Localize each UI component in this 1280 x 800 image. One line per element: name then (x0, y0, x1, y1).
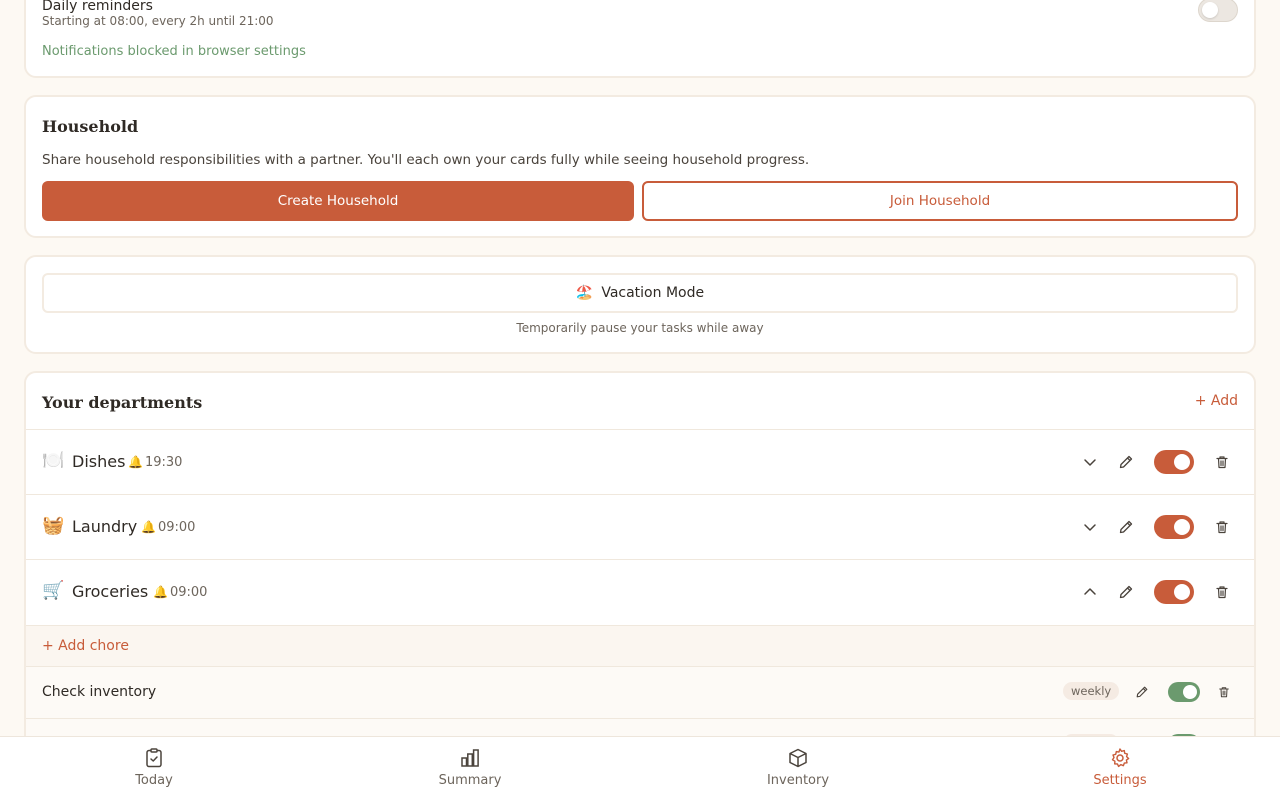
department-name: Groceries (72, 582, 149, 601)
department-row-dishes[interactable]: 🍽️ Dishes 🔔 19:30 (26, 429, 1254, 494)
pencil-icon[interactable] (1116, 452, 1136, 472)
chore-frequency-badge: weekly (1063, 682, 1120, 700)
department-enabled-toggle[interactable] (1154, 515, 1194, 539)
department-row-laundry[interactable]: 🧺 Laundry 🔔 09:00 (26, 494, 1254, 559)
nav-today[interactable]: Today (94, 747, 214, 795)
bell-icon: 🔔 (128, 455, 143, 469)
daily-reminders-title: Daily reminders (42, 0, 153, 14)
reminder-time-value: 09:00 (169, 585, 208, 600)
nav-settings[interactable]: Settings (1060, 747, 1180, 795)
pencil-icon[interactable] (1133, 683, 1151, 701)
vacation-mode-description: Temporarily pause your tasks while away (516, 321, 764, 335)
department-enabled-toggle[interactable] (1154, 450, 1194, 474)
bell-icon: 🔔 (141, 520, 156, 534)
reminder-time-value: 19:30 (144, 455, 183, 470)
chore-row[interactable]: weekly (26, 718, 1254, 736)
department-name: Laundry (72, 517, 138, 536)
chevron-down-icon[interactable] (1080, 452, 1100, 472)
box-icon (789, 748, 807, 768)
pencil-icon[interactable] (1116, 517, 1136, 537)
trash-icon[interactable] (1212, 452, 1232, 472)
department-name: Dishes (72, 452, 126, 471)
nav-inventory[interactable]: Inventory (738, 747, 858, 795)
vacation-mode-label: Vacation Mode (601, 285, 705, 301)
add-department-button[interactable]: + Add (1195, 393, 1238, 409)
reminder-time: 🔔 09:00 (141, 520, 195, 535)
clipboard-check-icon (146, 748, 162, 768)
pencil-icon[interactable] (1116, 582, 1136, 602)
nav-label-summary: Summary (438, 773, 502, 788)
daily-reminders-schedule: Starting at 08:00, every 2h until 21:00 (42, 14, 274, 28)
trash-icon[interactable] (1215, 683, 1233, 701)
join-household-button[interactable]: Join Household (642, 181, 1238, 221)
bottom-navigation: Today Summary Inventory Settings (0, 736, 1280, 800)
reminder-time: 🔔 19:30 (128, 455, 182, 470)
departments-card: Your departments + Add 🍽️ Dishes 🔔 19:30 … (24, 371, 1256, 736)
bar-chart-icon (461, 749, 479, 767)
toggle-knob (1183, 685, 1197, 699)
toggle-knob (1202, 2, 1218, 18)
gear-icon (1111, 748, 1130, 768)
toggle-knob (1174, 584, 1190, 600)
beach-umbrella-icon: 🏖️ (575, 285, 594, 301)
daily-reminders-toggle[interactable] (1198, 0, 1238, 22)
chore-name: Check inventory (42, 684, 157, 700)
nav-label-inventory: Inventory (766, 773, 830, 788)
household-description: Share household responsibilities with a … (42, 152, 810, 168)
department-row-groceries[interactable]: 🛒 Groceries 🔔 09:00 (26, 559, 1254, 624)
vacation-mode-button[interactable]: 🏖️ Vacation Mode (42, 273, 1238, 313)
trash-icon[interactable] (1212, 582, 1232, 602)
basket-icon: 🧺 (42, 515, 65, 536)
settings-scroll-area[interactable]: Daily reminders Starting at 08:00, every… (0, 0, 1280, 736)
chevron-up-icon[interactable] (1080, 582, 1100, 602)
chore-enabled-toggle[interactable] (1168, 682, 1200, 702)
reminder-time-value: 09:00 (157, 520, 196, 535)
add-chore-button[interactable]: + Add chore (42, 638, 129, 654)
chevron-down-icon[interactable] (1080, 517, 1100, 537)
reminder-time: 🔔 09:00 (153, 585, 207, 600)
departments-title: Your departments (42, 393, 203, 412)
trash-icon[interactable] (1212, 517, 1232, 537)
toggle-knob (1174, 454, 1190, 470)
household-title: Household (42, 117, 139, 136)
create-household-button[interactable]: Create Household (42, 181, 634, 221)
toggle-knob (1174, 519, 1190, 535)
bell-icon: 🔔 (153, 585, 168, 599)
notifications-blocked-note: Notifications blocked in browser setting… (42, 44, 306, 59)
chore-row[interactable]: Check inventory weekly (26, 666, 1254, 718)
notifications-card: Daily reminders Starting at 08:00, every… (24, 0, 1256, 78)
nav-label-settings: Settings (1093, 773, 1147, 788)
department-enabled-toggle[interactable] (1154, 580, 1194, 604)
nav-label-today: Today (135, 773, 173, 788)
plate-icon: 🍽️ (42, 450, 65, 471)
nav-summary[interactable]: Summary (410, 747, 530, 795)
household-card: Household Share household responsibiliti… (24, 95, 1256, 238)
vacation-card: 🏖️ Vacation Mode Temporarily pause your … (24, 255, 1256, 354)
shopping-cart-icon: 🛒 (42, 580, 65, 601)
add-chore-bar: + Add chore (26, 625, 1254, 666)
